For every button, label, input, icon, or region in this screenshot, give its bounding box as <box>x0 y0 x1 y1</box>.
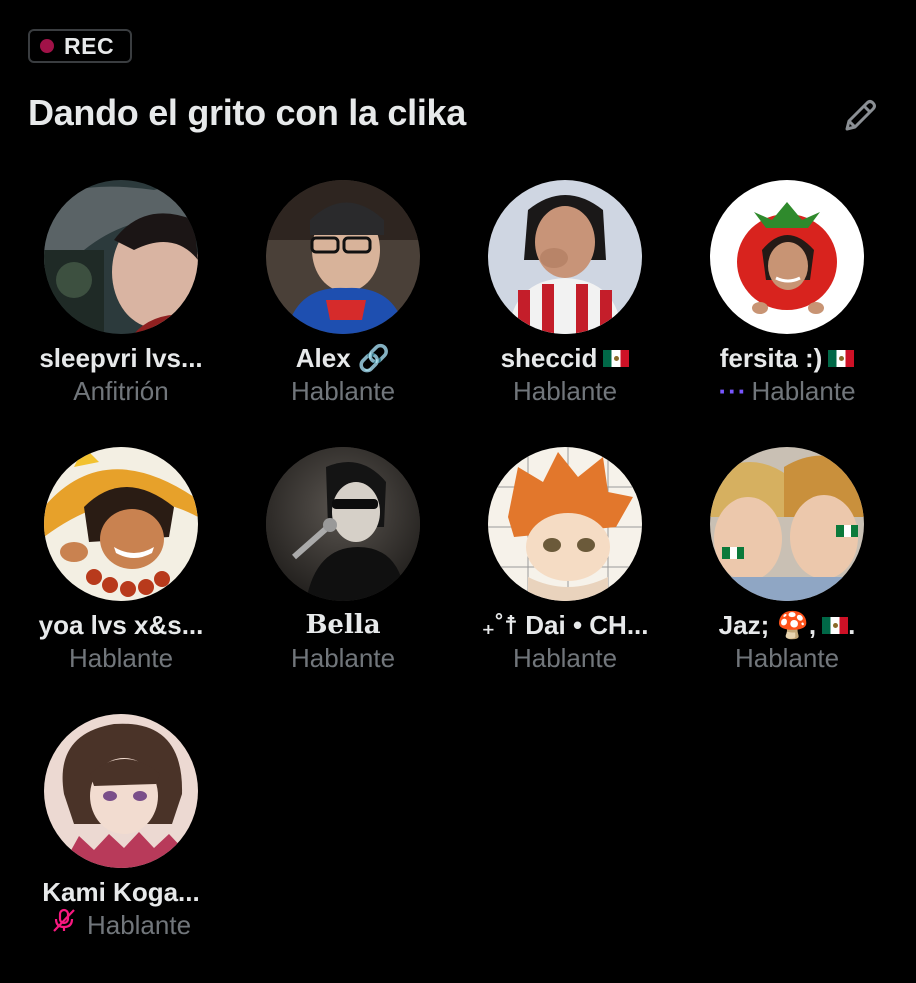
participant-name: sheccid <box>454 342 676 374</box>
avatar[interactable] <box>488 447 642 601</box>
avatar[interactable] <box>266 447 420 601</box>
participant-name: Bella <box>305 610 381 640</box>
participant-role: Hablante <box>512 376 618 406</box>
pencil-icon <box>845 100 876 131</box>
participant-role: ··· Hablante <box>718 376 856 406</box>
avatar[interactable] <box>488 180 642 334</box>
participant-name: Jaz; 🍄,. <box>718 610 856 640</box>
participant-role: Hablante <box>512 643 618 673</box>
participant-name: ₊˚☨ Dai • CH... <box>481 610 649 640</box>
speaking-indicator-icon: ··· <box>718 376 748 406</box>
participant-name: fersita :) <box>676 342 898 374</box>
recording-dot-icon <box>40 39 54 53</box>
participant-name: Alex 🔗 <box>295 343 391 373</box>
participant-card[interactable]: sheccid Hablante <box>454 180 676 408</box>
participant-role: Hablante <box>734 643 840 673</box>
recording-label: REC <box>64 32 115 59</box>
mexico-flag-icon <box>822 616 849 634</box>
participant-card[interactable]: yoa lvs x&s... Hablante <box>10 447 232 675</box>
participant-card[interactable]: fersita :) ··· Hablante <box>676 180 898 408</box>
avatar[interactable] <box>44 180 198 334</box>
mexico-flag-icon <box>828 349 855 367</box>
participant-role: Anfitrión <box>73 376 169 406</box>
participant-role: Hablante <box>290 376 396 406</box>
participant-card[interactable]: Bella Hablante <box>232 447 454 675</box>
participant-name: sleepvri lvs... <box>39 343 203 373</box>
microphone-muted-icon <box>51 907 77 941</box>
participant-card[interactable]: Jaz; 🍄,. Hablante <box>676 447 898 675</box>
participant-name: Kami Koga... <box>42 877 200 907</box>
avatar[interactable] <box>266 180 420 334</box>
recording-badge: REC <box>28 29 132 63</box>
participant-role: Hablante <box>68 643 174 673</box>
avatar[interactable] <box>710 447 864 601</box>
space-title: Dando el grito con la clika <box>28 92 466 133</box>
edit-button[interactable] <box>838 96 882 136</box>
participant-card[interactable]: ₊˚☨ Dai • CH... Hablante <box>454 447 676 675</box>
participant-role: Hablante <box>10 908 232 944</box>
participant-role: Hablante <box>290 643 396 673</box>
mexico-flag-icon <box>603 349 630 367</box>
participant-card[interactable]: sleepvri lvs... Anfitrión <box>10 180 232 408</box>
participant-card[interactable]: Alex 🔗 Hablante <box>232 180 454 408</box>
avatar[interactable] <box>44 714 198 868</box>
avatar[interactable] <box>44 447 198 601</box>
participant-name: yoa lvs x&s... <box>38 610 204 640</box>
participant-card[interactable]: Kami Koga... Hablante <box>10 714 232 944</box>
avatar[interactable] <box>710 180 864 334</box>
